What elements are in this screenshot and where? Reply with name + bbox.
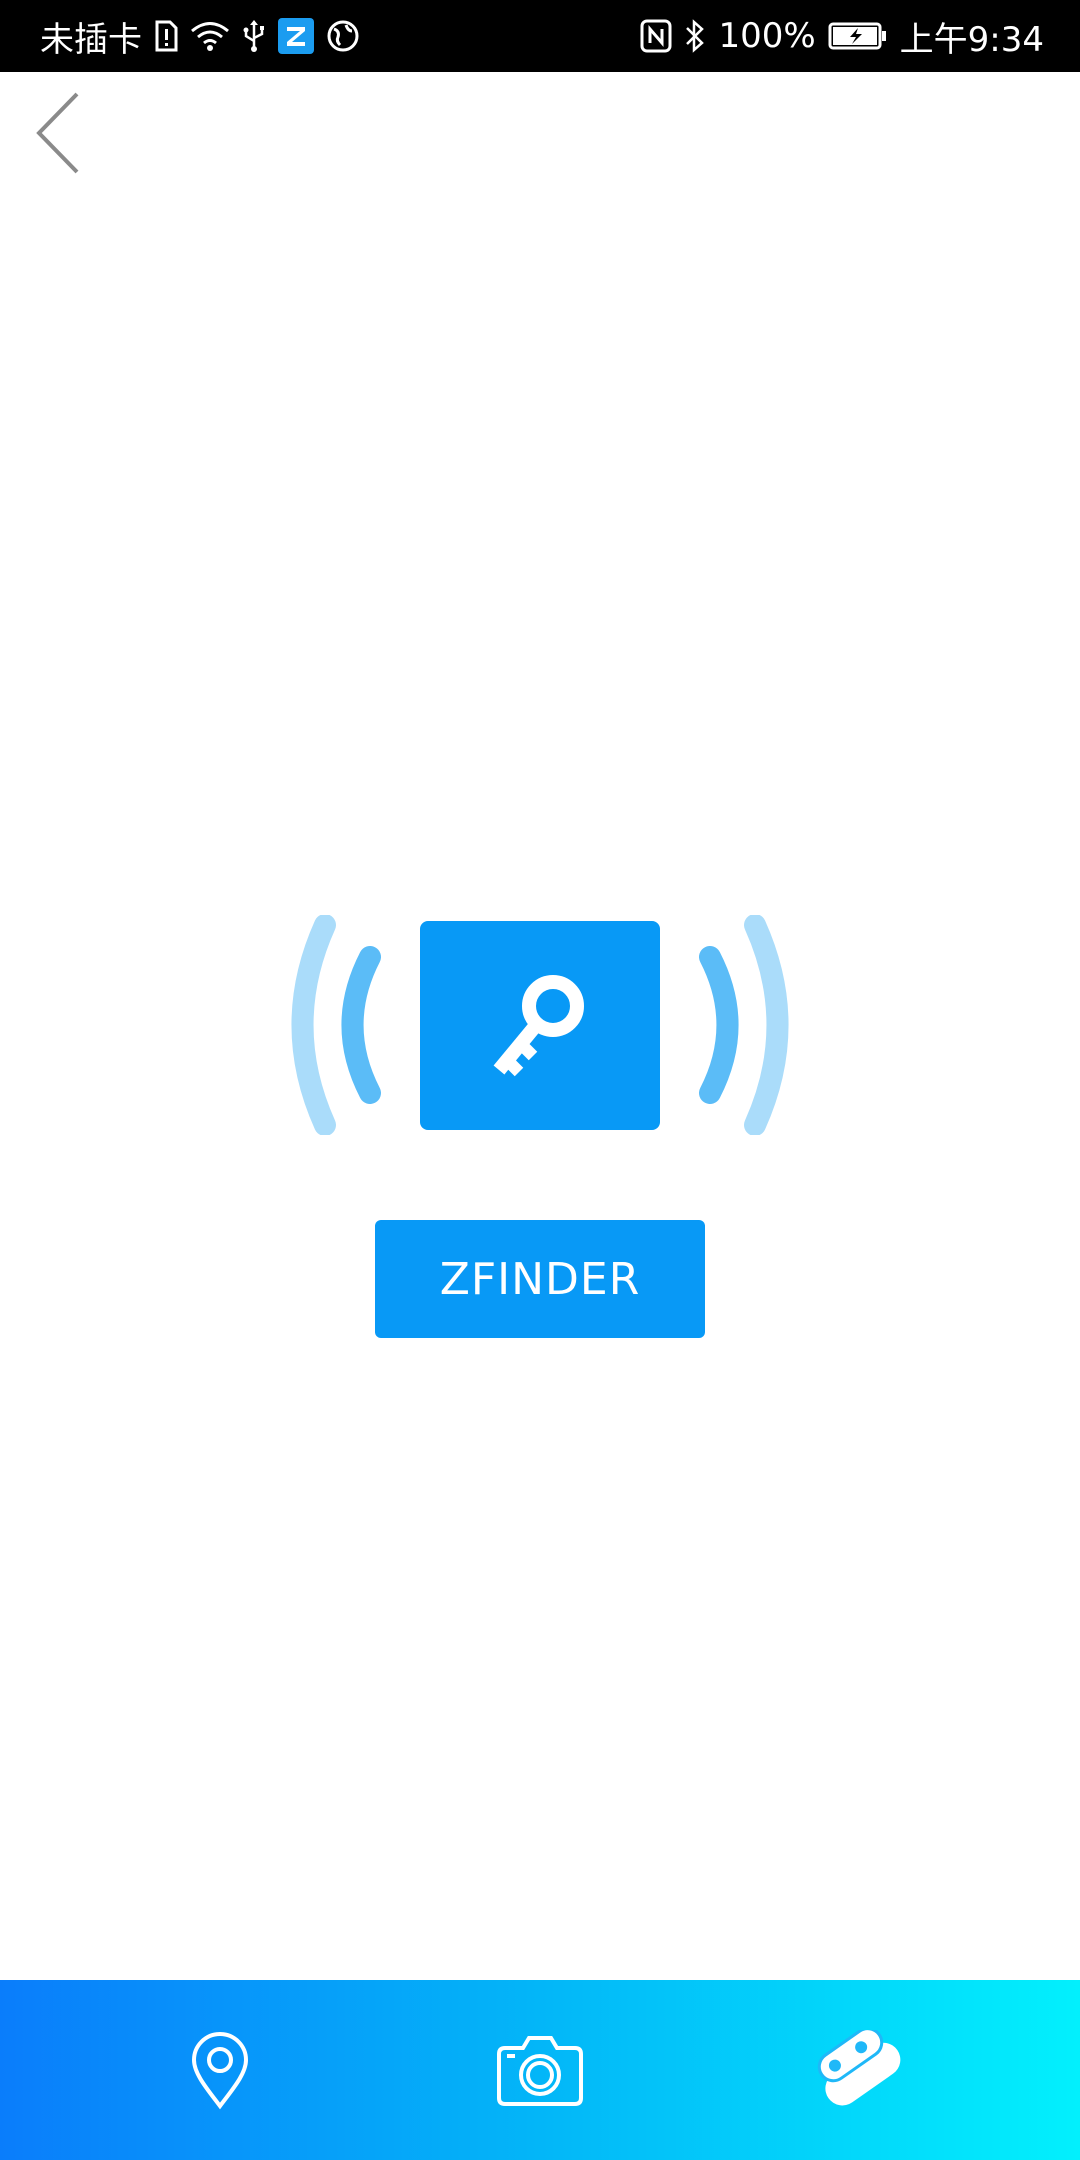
tag-finder-icon (817, 2030, 901, 2106)
nav-item-tag-finder[interactable] (790, 2000, 930, 2140)
bluetooth-icon (684, 19, 706, 53)
status-bar-left: 未插卡 (40, 12, 360, 61)
back-button[interactable] (28, 86, 88, 180)
chevron-left-icon (36, 92, 79, 174)
bottom-nav (0, 1980, 1080, 2160)
battery-percent: 100% (718, 16, 816, 56)
carrier-label: 未插卡 (40, 19, 142, 60)
vpn-globe-icon (326, 19, 360, 53)
location-pin-icon (191, 2032, 249, 2110)
sim-alert-icon (154, 20, 178, 52)
nav-item-camera[interactable] (470, 2000, 610, 2140)
clock: 上午9:34 (899, 19, 1044, 60)
wifi-icon (190, 20, 230, 52)
device-illustration (270, 900, 810, 1150)
signal-wave-right-outer (744, 915, 789, 1135)
signal-wave-left-inner (341, 946, 381, 1104)
status-bar: 未插卡 100% 上午9:34 (0, 0, 1080, 72)
camera-icon (497, 2036, 583, 2106)
status-bar-right: 100% 上午9:34 (640, 12, 1044, 61)
nfc-icon (640, 19, 672, 53)
usb-icon (242, 19, 266, 53)
device-name-button[interactable]: ZFINDER (375, 1220, 705, 1338)
device-key-tile (420, 921, 660, 1130)
battery-charging-icon (828, 21, 888, 51)
key-icon (493, 974, 584, 1076)
z-app-icon (278, 18, 314, 54)
nav-item-location[interactable] (150, 2000, 290, 2140)
